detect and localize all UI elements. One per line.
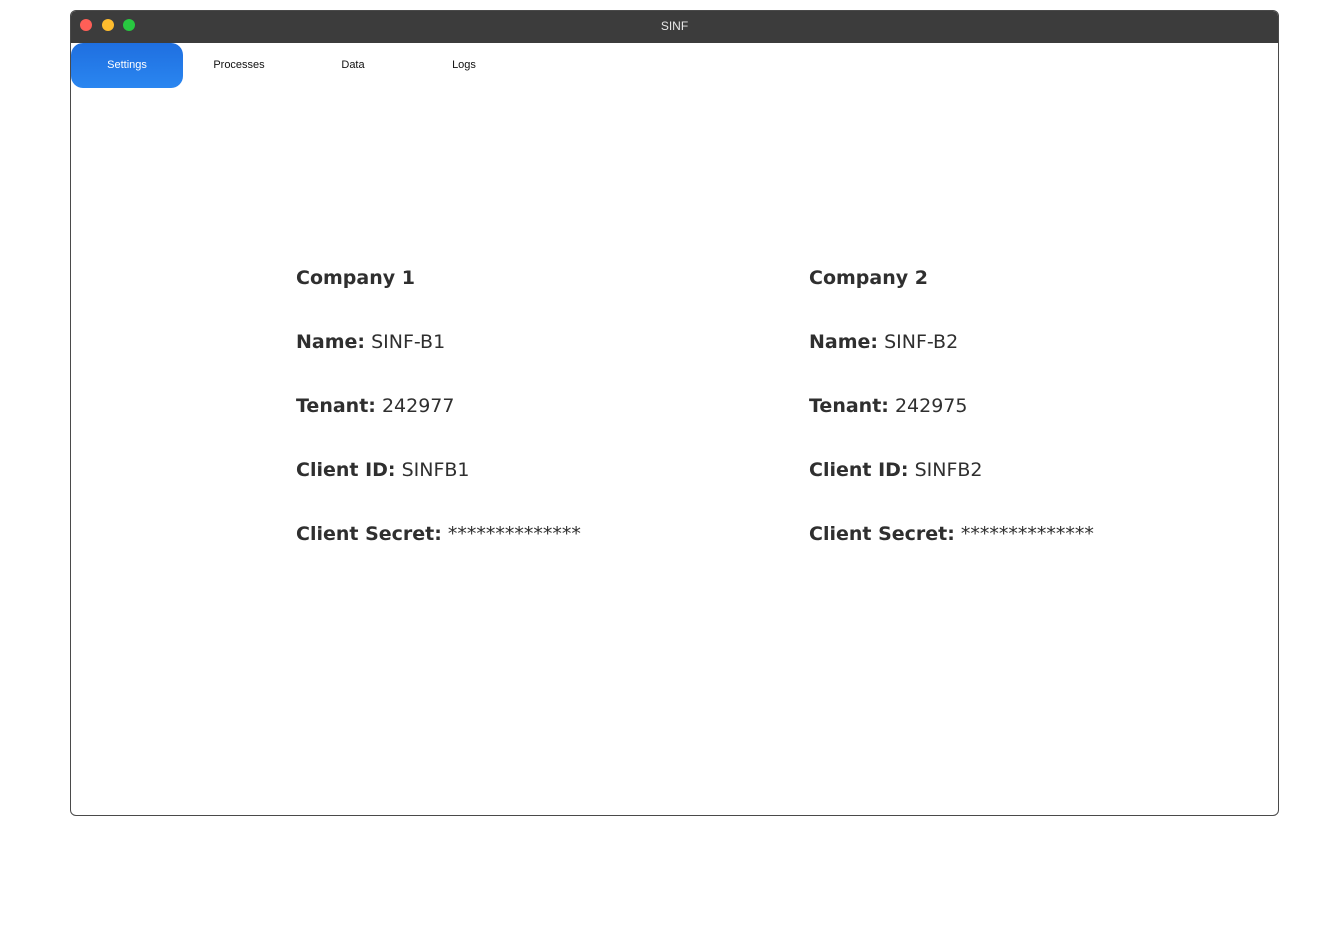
company-1-panel: Company 1 Name: SINF-B1 Tenant: 242977 C…	[296, 264, 716, 584]
tenant-row: Tenant: 242977	[296, 392, 716, 456]
client-secret-row: Client Secret: **************	[296, 520, 716, 584]
client-id-row: Client ID: SINFB2	[809, 456, 1229, 520]
tenant-value: 242977	[381, 395, 455, 417]
company-name-row: Name: SINF-B2	[809, 328, 1229, 392]
client-id-value: SINFB2	[914, 459, 983, 481]
client-id-value: SINFB1	[401, 459, 470, 481]
client-secret-row: Client Secret: **************	[809, 520, 1229, 584]
name-value: SINF-B1	[371, 331, 446, 353]
window-title: SINF	[660, 19, 689, 33]
tenant-label: Tenant:	[296, 395, 376, 417]
client-secret-label: Client Secret:	[296, 523, 442, 545]
company-heading: Company 2	[809, 267, 928, 289]
name-label: Name:	[809, 331, 879, 353]
client-secret-value: **************	[447, 523, 581, 545]
client-secret-label: Client Secret:	[809, 523, 955, 545]
company-heading: Company 1	[296, 267, 415, 289]
tab-logs[interactable]: Logs	[411, 43, 517, 88]
name-label: Name:	[296, 331, 366, 353]
client-id-row: Client ID: SINFB1	[296, 456, 716, 520]
name-value: SINF-B2	[884, 331, 959, 353]
client-id-label: Client ID:	[809, 459, 909, 481]
company-2-panel: Company 2 Name: SINF-B2 Tenant: 242975 C…	[809, 264, 1229, 584]
tab-settings[interactable]: Settings	[71, 43, 183, 88]
tenant-value: 242975	[894, 395, 968, 417]
company-name-row: Name: SINF-B1	[296, 328, 716, 392]
tenant-label: Tenant:	[809, 395, 889, 417]
app-window: SINF Settings Processes Data Logs Compan…	[70, 10, 1279, 816]
tenant-row: Tenant: 242975	[809, 392, 1229, 456]
tab-data[interactable]: Data	[295, 43, 411, 88]
title-bar[interactable]: SINF	[71, 11, 1278, 43]
client-id-label: Client ID:	[296, 459, 396, 481]
client-secret-value: **************	[960, 523, 1094, 545]
tab-processes[interactable]: Processes	[183, 43, 295, 88]
